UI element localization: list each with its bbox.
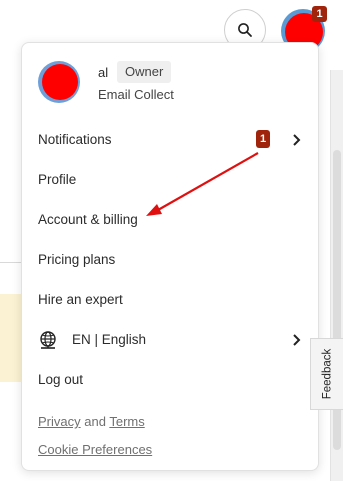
privacy-link[interactable]: Privacy: [38, 414, 81, 429]
cookie-preferences-container: Cookie Preferences: [38, 442, 152, 457]
profile-avatar: [38, 61, 80, 103]
chevron-right-icon: [293, 134, 301, 146]
footer-legal-links: Privacy and Terms: [38, 414, 145, 429]
background-divider: [0, 262, 22, 263]
search-icon: [238, 23, 252, 37]
menu-item-log-out[interactable]: Log out: [38, 368, 304, 392]
terms-link[interactable]: Terms: [109, 414, 144, 429]
account-billing-label: Account & billing: [38, 212, 138, 227]
role-badge: Owner: [117, 61, 172, 83]
menu-item-hire-expert[interactable]: Hire an expert: [38, 288, 304, 312]
globe-icon: [40, 331, 56, 349]
and-text: and: [84, 414, 106, 429]
menu-item-notifications[interactable]: Notifications 1: [38, 128, 304, 152]
profile-avatar-image: [42, 64, 78, 100]
avatar-notification-badge: 1: [312, 6, 327, 22]
menu-item-pricing-plans[interactable]: Pricing plans: [38, 248, 304, 272]
hire-expert-label: Hire an expert: [38, 292, 123, 307]
notifications-label: Notifications: [38, 132, 112, 147]
background-highlight-panel: [0, 294, 22, 382]
pricing-plans-label: Pricing plans: [38, 252, 116, 267]
log-out-label: Log out: [38, 372, 84, 387]
chevron-right-icon: [293, 334, 301, 346]
menu-item-profile[interactable]: Profile: [38, 168, 304, 192]
feedback-tab[interactable]: Feedback: [310, 338, 343, 410]
cookie-preferences-link[interactable]: Cookie Preferences: [38, 442, 152, 457]
profile-label: Profile: [38, 172, 77, 187]
organization-name: Email Collect: [98, 87, 174, 102]
page-scrollbar[interactable]: [330, 70, 343, 481]
user-name: al: [98, 65, 109, 80]
account-dropdown-menu: al Owner Email Collect Notifications 1 P…: [21, 42, 319, 471]
menu-item-account-billing[interactable]: Account & billing: [38, 208, 304, 232]
notifications-badge: 1: [256, 130, 270, 148]
language-label: EN | English: [72, 332, 147, 347]
menu-item-language[interactable]: EN | English: [38, 328, 304, 352]
feedback-label: Feedback: [321, 348, 334, 400]
profile-summary: al Owner Email Collect: [38, 61, 308, 105]
